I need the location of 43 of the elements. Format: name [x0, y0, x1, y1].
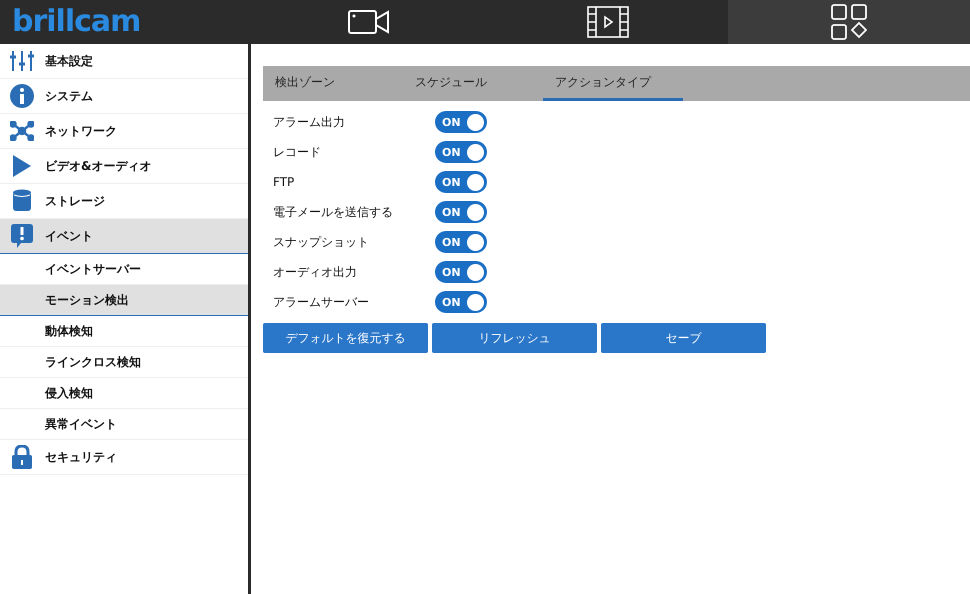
toggle-switch[interactable]: ON — [435, 231, 487, 253]
tab[interactable]: アクションタイプ — [543, 66, 683, 101]
sidebar-item[interactable]: ネットワーク — [0, 114, 248, 149]
sidebar-item[interactable]: システム — [0, 79, 248, 114]
restore-defaults-button[interactable]: デフォルトを復元する — [263, 323, 428, 353]
sliders-icon — [10, 50, 34, 72]
sidebar-item[interactable]: イベント — [0, 219, 248, 254]
lock-icon — [12, 445, 32, 469]
sidebar-subitem[interactable]: ラインクロス検知 — [0, 347, 248, 378]
nav-tab[interactable] — [728, 0, 970, 44]
video-camera-icon — [348, 8, 390, 36]
toggle-switch[interactable]: ON — [435, 111, 487, 133]
sidebar-item[interactable]: 基本設定 — [0, 44, 248, 79]
toggle-switch[interactable]: ON — [435, 291, 487, 313]
database-icon — [13, 189, 31, 213]
setting-label: FTP — [273, 175, 296, 189]
setting-label: アラームサーバー — [273, 294, 370, 310]
setting-label: レコード — [273, 144, 322, 160]
logo: brillcam — [11, 7, 142, 37]
refresh-button[interactable]: リフレッシュ — [432, 323, 597, 353]
save-button[interactable]: セーブ — [601, 323, 766, 353]
setting-label: アラーム出力 — [273, 114, 346, 130]
sidebar-subitem[interactable]: 侵入検知 — [0, 378, 248, 409]
play-icon — [12, 155, 32, 177]
info-icon — [10, 84, 34, 108]
alert-icon — [11, 224, 33, 248]
sidebar-subitem[interactable]: 異常イベント — [0, 409, 248, 440]
grid-icon — [831, 4, 867, 40]
tab[interactable]: スケジュール — [403, 66, 543, 101]
network-icon — [10, 121, 34, 141]
sidebar-item[interactable]: セキュリティ — [0, 440, 248, 475]
tab[interactable]: 検出ゾーン — [263, 66, 403, 101]
sidebar-subitem[interactable]: モーション検出 — [0, 285, 248, 316]
setting-label: オーディオ出力 — [273, 264, 358, 280]
toggle-switch[interactable]: ON — [435, 201, 487, 223]
toggle-switch[interactable]: ON — [435, 171, 487, 193]
setting-label: 電子メールを送信する — [273, 204, 394, 220]
toggle-switch[interactable]: ON — [435, 141, 487, 163]
setting-label: スナップショット — [273, 234, 370, 250]
film-play-icon — [587, 6, 629, 38]
sidebar-item[interactable]: ビデオ&オーディオ — [0, 149, 248, 184]
sidebar-subitem[interactable]: 動体検知 — [0, 316, 248, 347]
toggle-switch[interactable]: ON — [435, 261, 487, 283]
